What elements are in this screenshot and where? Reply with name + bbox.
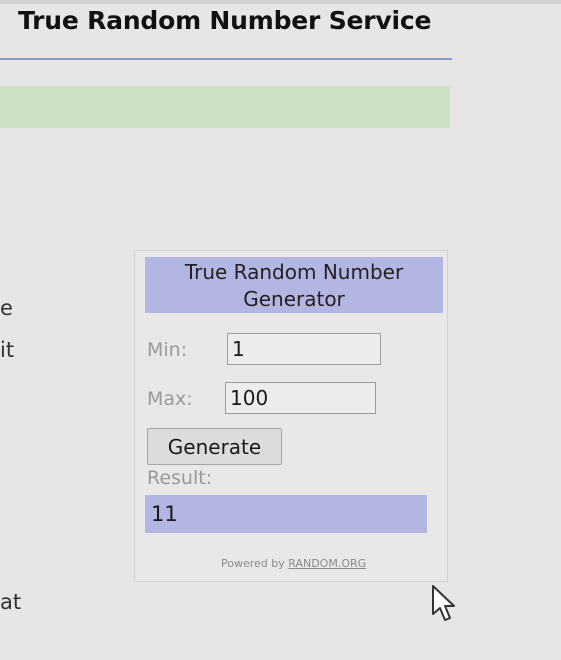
widget-title-line2: Generator bbox=[243, 287, 345, 311]
result-label: Result: bbox=[147, 467, 213, 489]
truncated-text-fragment: it bbox=[0, 338, 15, 362]
title-underline bbox=[0, 58, 452, 60]
widget-title-line1: True Random Number bbox=[184, 260, 404, 284]
random-number-widget: True Random Number Generator Min: Max: G… bbox=[134, 250, 448, 582]
mouse-pointer-icon bbox=[432, 585, 455, 621]
max-input[interactable] bbox=[225, 382, 376, 414]
widget-header: True Random Number Generator bbox=[145, 257, 443, 313]
truncated-text-fragment: at bbox=[0, 590, 22, 614]
page-title: True Random Number Service bbox=[18, 6, 432, 35]
notice-bar bbox=[0, 86, 450, 128]
generate-button[interactable]: Generate bbox=[147, 428, 282, 465]
truncated-text-fragment: e bbox=[0, 296, 13, 320]
min-input[interactable] bbox=[227, 333, 381, 365]
max-label: Max: bbox=[147, 388, 193, 410]
random-org-link[interactable]: RANDOM.ORG bbox=[288, 557, 366, 570]
powered-by-credit: Powered by RANDOM.ORG bbox=[221, 557, 366, 570]
min-label: Min: bbox=[147, 339, 188, 361]
result-value: 11 bbox=[145, 495, 427, 533]
top-divider bbox=[0, 0, 561, 4]
powered-by-text: Powered by bbox=[221, 557, 285, 570]
